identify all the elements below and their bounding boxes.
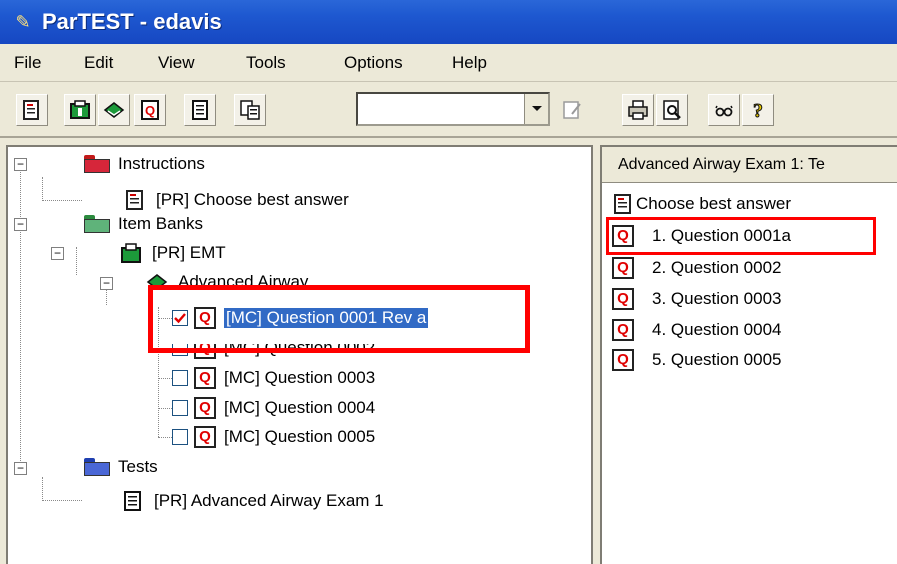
- tree-label: [MC] Question 0005: [224, 427, 376, 446]
- annotation-highlight: [148, 285, 530, 353]
- title-bar: ✎ ParTEST - edavis: [0, 0, 897, 44]
- tree-label: [MC] Question 0004: [224, 398, 376, 417]
- tree-line: [158, 378, 172, 379]
- test-question-5[interactable]: Q 5. Question 0005: [612, 347, 781, 373]
- annotation-highlight: [606, 217, 876, 255]
- preview-icon[interactable]: [656, 94, 688, 126]
- tree-label: [MC] Question 0003: [224, 368, 376, 387]
- item-bank-icon: [120, 242, 142, 264]
- question-icon: Q: [194, 367, 216, 389]
- instructions-icon[interactable]: [16, 94, 48, 126]
- test-question-2[interactable]: Q 2. Question 0002: [612, 255, 781, 281]
- tree-label: Tests: [118, 457, 158, 476]
- tree-line: [76, 247, 77, 275]
- tree-item-instructions[interactable]: Instructions: [84, 151, 205, 177]
- app-icon: ✎: [15, 12, 31, 32]
- instructions-icon: [612, 193, 634, 215]
- glasses-icon[interactable]: [708, 94, 740, 126]
- collapse-icon[interactable]: −: [14, 158, 27, 171]
- checkbox[interactable]: [172, 429, 188, 445]
- document-icon[interactable]: [184, 94, 216, 126]
- window-title: ParTEST - edavis: [42, 9, 222, 34]
- tree-label: [PR] Choose best answer: [156, 190, 349, 209]
- test-pane[interactable]: Advanced Airway Exam 1: Te Choose best a…: [600, 145, 897, 564]
- tree-pane[interactable]: − Instructions [PR] Choose best answer −…: [6, 145, 593, 564]
- svg-text:Q: Q: [145, 103, 155, 118]
- question-icon: Q: [612, 319, 634, 341]
- tree-label: Instructions: [118, 154, 205, 173]
- tree-line: [42, 177, 43, 201]
- menu-file[interactable]: File: [14, 53, 41, 73]
- test-item-instruction[interactable]: Choose best answer: [612, 191, 791, 217]
- question-icon: Q: [612, 288, 634, 310]
- question-icon: Q: [194, 426, 216, 448]
- tree-item-choose-best[interactable]: [PR] Choose best answer: [124, 187, 349, 213]
- tree-line: [20, 165, 21, 465]
- tree-item-question-0003[interactable]: Q [MC] Question 0003: [172, 365, 375, 391]
- tree-item-item-banks[interactable]: Item Banks: [84, 211, 203, 237]
- tree-line: [42, 500, 82, 501]
- pane-header: Advanced Airway Exam 1: Te: [602, 147, 897, 183]
- tree-label: Item Banks: [118, 214, 204, 233]
- menu-help[interactable]: Help: [452, 53, 487, 73]
- copy-icon[interactable]: [234, 94, 266, 126]
- tree-label: [PR] EMT: [152, 243, 226, 262]
- menu-tools[interactable]: Tools: [246, 53, 286, 73]
- collapse-icon[interactable]: −: [51, 247, 64, 260]
- item-bank-icon[interactable]: [64, 94, 96, 126]
- edit-icon[interactable]: [556, 94, 588, 126]
- tree-item-exam[interactable]: [PR] Advanced Airway Exam 1: [122, 488, 384, 514]
- collapse-icon[interactable]: −: [14, 462, 27, 475]
- test-question-4[interactable]: Q 4. Question 0004: [612, 317, 781, 343]
- question-icon: Q: [612, 257, 634, 279]
- tree-line: [158, 437, 172, 438]
- item-label: Choose best answer: [636, 194, 791, 213]
- tree-item-tests[interactable]: Tests: [84, 454, 158, 480]
- item-label: 4. Question 0004: [652, 320, 782, 339]
- tree-label: [PR] Advanced Airway Exam 1: [154, 491, 384, 510]
- checkbox[interactable]: [172, 370, 188, 386]
- chevron-down-icon[interactable]: [524, 94, 548, 124]
- checkbox[interactable]: [172, 400, 188, 416]
- tree-line: [42, 477, 43, 501]
- collapse-icon[interactable]: −: [100, 277, 113, 290]
- toolbar-combo[interactable]: [356, 92, 550, 126]
- tree-item-emt[interactable]: [PR] EMT: [120, 240, 226, 266]
- item-label: 5. Question 0005: [652, 350, 782, 369]
- print-icon[interactable]: [622, 94, 654, 126]
- question-icon: Q: [194, 397, 216, 419]
- menu-edit[interactable]: Edit: [84, 53, 113, 73]
- test-question-3[interactable]: Q 3. Question 0003: [612, 286, 781, 312]
- item-label: 3. Question 0003: [652, 289, 782, 308]
- folder-icon: [84, 215, 110, 233]
- toolbar: Q ?: [0, 82, 897, 138]
- folder-icon: [84, 155, 110, 173]
- tree-item-question-0004[interactable]: Q [MC] Question 0004: [172, 395, 375, 421]
- tree-line: [42, 200, 82, 201]
- tree-line: [158, 408, 172, 409]
- tree-item-question-0005[interactable]: Q [MC] Question 0005: [172, 424, 375, 450]
- instructions-icon: [124, 189, 146, 211]
- collapse-icon[interactable]: −: [14, 218, 27, 231]
- question-icon: Q: [612, 349, 634, 371]
- svg-text:?: ?: [753, 100, 763, 122]
- help-icon[interactable]: ?: [742, 94, 774, 126]
- menu-view[interactable]: View: [158, 53, 195, 73]
- item-label: 2. Question 0002: [652, 258, 782, 277]
- book-icon[interactable]: [98, 94, 130, 126]
- menu-bar: File Edit View Tools Options Help: [0, 44, 897, 82]
- folder-icon: [84, 458, 110, 476]
- question-icon[interactable]: Q: [134, 94, 166, 126]
- menu-options[interactable]: Options: [344, 53, 403, 73]
- document-icon: [122, 490, 144, 512]
